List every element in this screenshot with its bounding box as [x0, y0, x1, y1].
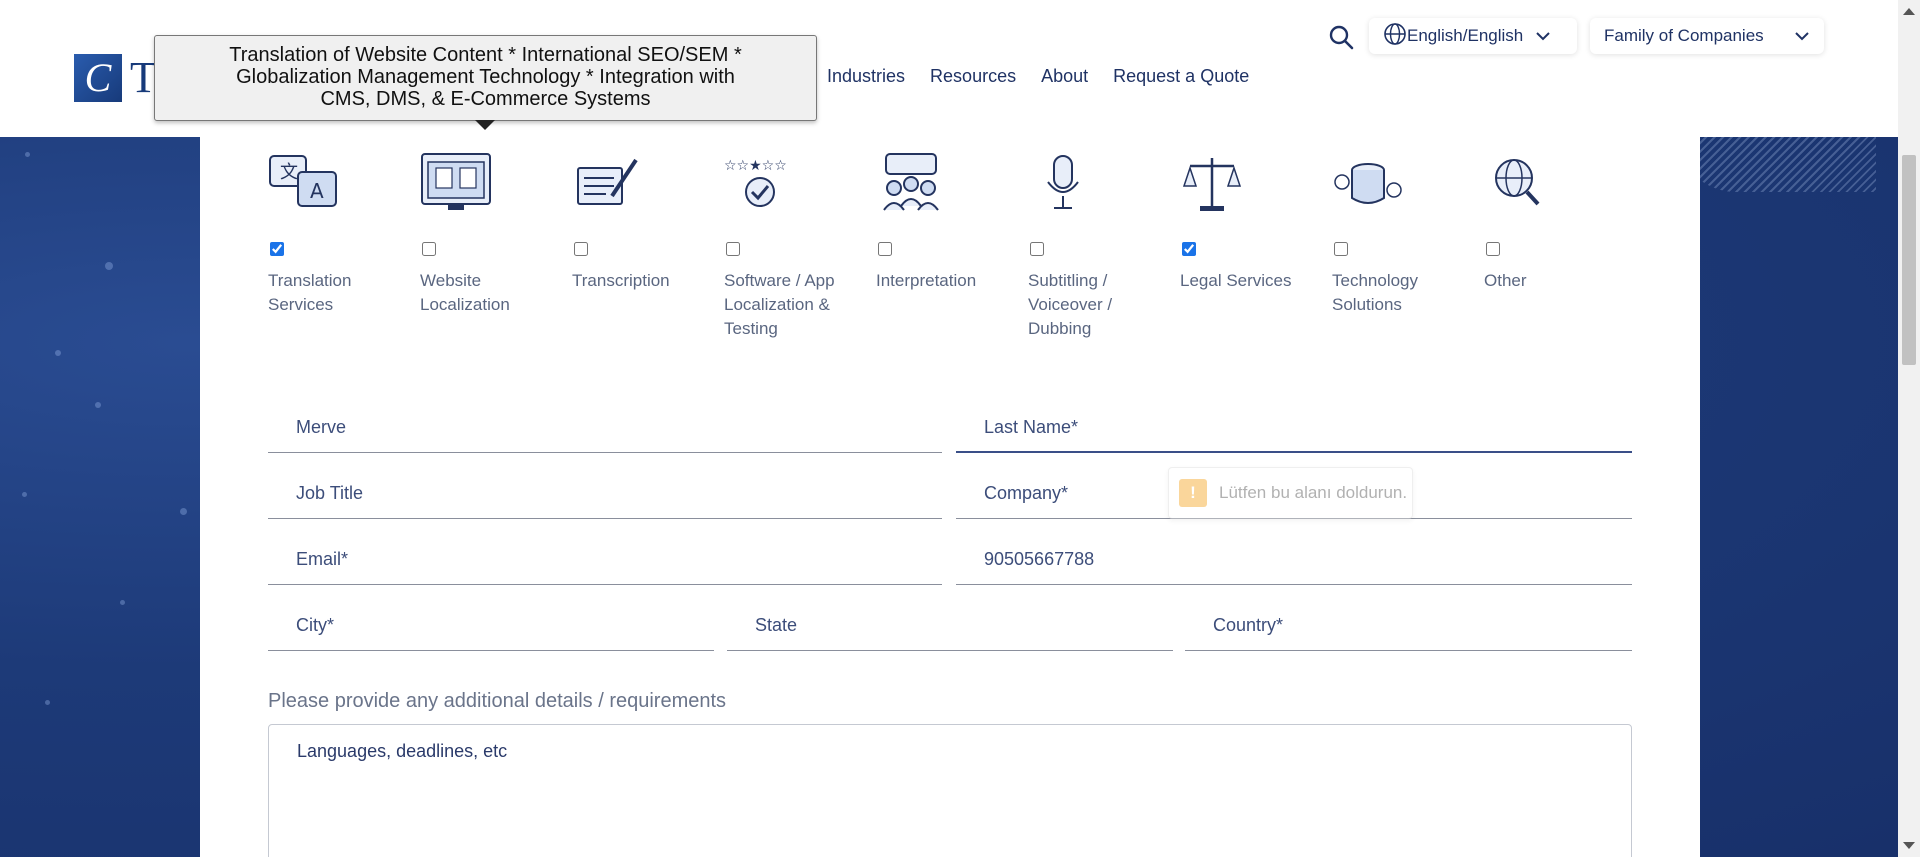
transcription-icon: [572, 152, 652, 216]
service-legal: Legal Services: [1180, 152, 1315, 290]
nav-tooltip: Translation of Website Content * Interna…: [154, 35, 817, 130]
language-label: English/English: [1407, 26, 1524, 45]
service-other: Other: [1484, 152, 1619, 290]
nav-request-quote[interactable]: Request a Quote: [1113, 66, 1249, 87]
background-dot: [45, 700, 50, 705]
scales-icon: [1180, 152, 1260, 216]
scroll-up-arrow[interactable]: [1903, 8, 1915, 15]
background-dot: [105, 262, 113, 270]
family-label: Family of Companies: [1604, 26, 1764, 45]
state-field[interactable]: [727, 601, 1173, 651]
service-software-app: ☆☆★☆☆ Software / App Localization & Test…: [724, 152, 859, 338]
service-interpretation: Interpretation: [876, 152, 1011, 290]
city-field[interactable]: [268, 601, 714, 651]
details-textarea-wrapper: [268, 724, 1632, 857]
state-input[interactable]: [727, 601, 1173, 650]
service-website-localization: Website Localization: [420, 152, 555, 314]
background-dot: [22, 492, 27, 497]
background-dot: [95, 402, 101, 408]
service-checkbox[interactable]: [1030, 242, 1044, 256]
service-translation: 文 A Translation Services: [268, 152, 403, 314]
svg-text:☆☆★☆☆: ☆☆★☆☆: [724, 158, 787, 174]
details-label: Please provide any additional details / …: [268, 690, 727, 712]
background-dot: [25, 152, 30, 157]
email-field[interactable]: [268, 535, 942, 585]
country-input[interactable]: [1185, 601, 1632, 650]
service-checkbox[interactable]: [878, 242, 892, 256]
service-label: Translation Services: [268, 271, 352, 314]
chevron-down-icon: [1794, 26, 1810, 46]
country-field[interactable]: [1185, 601, 1632, 651]
microphone-icon: [1028, 152, 1108, 216]
details-textarea[interactable]: [269, 725, 1631, 857]
last-name-field[interactable]: [956, 403, 1632, 453]
quote-form-card: 文 A Translation Services Website Localiz…: [200, 137, 1700, 857]
service-label: Other: [1484, 271, 1527, 290]
background-dot: [55, 350, 61, 356]
first-name-field[interactable]: [268, 403, 942, 453]
main-nav: Industries Resources About Request a Quo…: [827, 66, 1274, 87]
globe-search-icon: [1484, 152, 1564, 216]
service-label: Software / App Localization & Testing: [724, 271, 835, 338]
phone-field[interactable]: [956, 535, 1632, 585]
globe-icon: [1383, 22, 1407, 51]
scroll-down-arrow[interactable]: [1903, 842, 1915, 849]
tooltip-line: Globalization Management Technology * In…: [236, 66, 735, 88]
service-checkbox[interactable]: [422, 242, 436, 256]
validation-message: Lütfen bu alanı doldurun.: [1219, 483, 1408, 502]
service-subtitling: Subtitling / Voiceover / Dubbing: [1028, 152, 1163, 338]
phone-input[interactable]: [956, 535, 1632, 584]
service-transcription: Transcription: [572, 152, 707, 290]
city-input[interactable]: [268, 601, 714, 650]
service-label: Subtitling / Voiceover / Dubbing: [1028, 271, 1113, 338]
validation-tooltip: ! Lütfen bu alanı doldurun.: [1168, 467, 1413, 519]
nav-industries[interactable]: Industries: [827, 66, 905, 87]
logo-letter: C: [84, 55, 112, 100]
job-title-input[interactable]: [268, 469, 942, 518]
warning-icon: !: [1179, 479, 1207, 507]
database-icon: [1332, 152, 1412, 216]
background-dot: [180, 508, 187, 515]
chevron-down-icon: [1535, 26, 1551, 46]
service-label: Interpretation: [876, 271, 977, 290]
service-checkbox[interactable]: [1182, 242, 1196, 256]
website-localization-icon: [420, 152, 500, 216]
svg-text:A: A: [310, 179, 324, 203]
service-label: Transcription: [572, 271, 670, 290]
background-dot: [120, 600, 125, 605]
service-checkbox[interactable]: [1334, 242, 1348, 256]
service-checkbox[interactable]: [574, 242, 588, 256]
service-checkbox[interactable]: [270, 242, 284, 256]
service-label: Website Localization: [420, 271, 510, 314]
interpretation-icon: [876, 152, 956, 216]
translation-icon: 文 A: [268, 152, 348, 216]
page-scrollbar[interactable]: [1898, 0, 1920, 857]
company-logo[interactable]: C: [74, 54, 122, 102]
scrollbar-thumb[interactable]: [1902, 155, 1916, 365]
last-name-input[interactable]: [956, 403, 1632, 451]
job-title-field[interactable]: [268, 469, 942, 519]
first-name-input[interactable]: [268, 403, 942, 452]
logo-text: T: [130, 53, 157, 102]
service-checkbox[interactable]: [726, 242, 740, 256]
service-label: Technology Solutions: [1332, 271, 1419, 314]
tooltip-line: CMS, DMS, & E-Commerce Systems: [320, 88, 651, 110]
service-technology: Technology Solutions: [1332, 152, 1467, 314]
email-input[interactable]: [268, 535, 942, 584]
nav-resources[interactable]: Resources: [930, 66, 1016, 87]
nav-about[interactable]: About: [1041, 66, 1088, 87]
language-dropdown[interactable]: English/English: [1369, 18, 1577, 54]
tooltip-line: Translation of Website Content * Interna…: [229, 44, 742, 66]
software-rating-icon: ☆☆★☆☆: [724, 152, 804, 216]
background-swirl: [1676, 132, 1876, 192]
service-checkbox[interactable]: [1486, 242, 1500, 256]
svg-text:文: 文: [280, 162, 298, 183]
family-of-companies-dropdown[interactable]: Family of Companies: [1590, 18, 1824, 54]
service-label: Legal Services: [1180, 271, 1292, 290]
search-icon[interactable]: [1328, 24, 1354, 50]
